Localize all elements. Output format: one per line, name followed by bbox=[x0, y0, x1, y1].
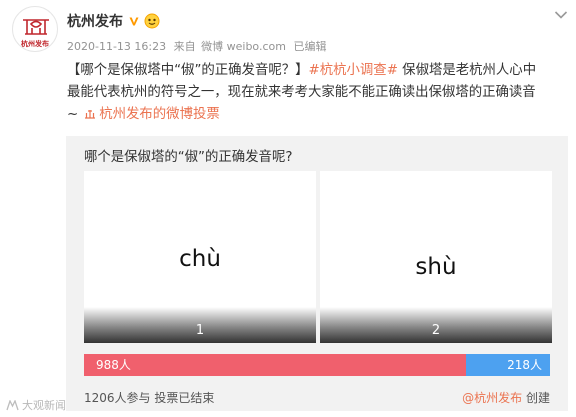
poll-option-label: shù bbox=[415, 254, 457, 280]
post-text-segment: 保俶塔是老杭州人心中 bbox=[397, 63, 537, 78]
post-timestamp[interactable]: 2020-11-13 16:23 bbox=[67, 40, 166, 53]
username[interactable]: 杭州发布 bbox=[67, 11, 123, 31]
post-text: 【哪个是保俶塔中“俶”的正确发音呢？】#杭杭小调查# 保俶塔是老杭州人心中 最能… bbox=[67, 60, 567, 126]
avatar[interactable]: 杭州发布 bbox=[12, 6, 58, 52]
poll-link[interactable]: 杭州发布的微博投票 bbox=[99, 107, 220, 122]
poll-footer: 1206人参与 投票已结束 @杭州发布 创建 bbox=[84, 389, 550, 406]
member-badge-icon[interactable] bbox=[144, 13, 160, 29]
verified-v-icon bbox=[127, 14, 141, 28]
poll-option-label: chù bbox=[179, 246, 221, 272]
post-headline: 【哪个是保俶塔中“俶”的正确发音呢？】 bbox=[67, 63, 309, 78]
topic-link[interactable]: #杭杭小调查# bbox=[309, 63, 398, 78]
tilde: ~ bbox=[67, 107, 79, 122]
watermark: 大观新闻 bbox=[6, 397, 66, 413]
post-source[interactable]: 微博 weibo.com bbox=[201, 40, 286, 53]
post-line-3: ~ 杭州发布的微博投票 bbox=[67, 104, 567, 126]
link-icon bbox=[85, 110, 96, 119]
post-line-2: 最能代表杭州的符号之一，现在就来考考大家能不能正确读出保俶塔的正确读音 bbox=[67, 85, 536, 100]
user-line: 杭州发布 bbox=[67, 11, 160, 31]
poll-option-number: 2 bbox=[431, 323, 441, 338]
participant-count: 1206人参与 bbox=[84, 391, 151, 405]
watermark-text: 大观新闻 bbox=[22, 399, 66, 412]
edited-label[interactable]: 已编辑 bbox=[293, 40, 326, 53]
poll-question: 哪个是保俶塔的“俶”的正确发音呢? bbox=[84, 150, 293, 165]
poll-option-2[interactable]: shù 2 bbox=[320, 171, 552, 343]
chevron-down-icon[interactable] bbox=[554, 10, 568, 20]
poll-result-bar: 988人 218人 bbox=[84, 354, 550, 376]
created-label: 创建 bbox=[525, 391, 550, 405]
avatar-label: 杭州发布 bbox=[21, 40, 49, 48]
meta-line: 2020-11-13 16:23 来自 微博 weibo.com 已编辑 bbox=[67, 38, 330, 54]
creator-link[interactable]: @杭州发布 bbox=[462, 391, 522, 405]
poll-card: 哪个是保俶塔的“俶”的正确发音呢? chù 1 shù 2 988人 218人 … bbox=[66, 136, 568, 411]
poll-creator: @杭州发布 创建 bbox=[462, 389, 550, 406]
poll-option-number: 1 bbox=[195, 323, 205, 338]
result-option-2: 218人 bbox=[465, 354, 550, 376]
source-prefix: 来自 bbox=[173, 40, 196, 53]
watermark-logo-icon bbox=[6, 399, 19, 410]
post-line-1: 【哪个是保俶塔中“俶”的正确发音呢？】#杭杭小调查# 保俶塔是老杭州人心中 bbox=[67, 60, 567, 82]
poll-option-1[interactable]: chù 1 bbox=[84, 171, 316, 343]
poll-status: 投票已结束 bbox=[154, 391, 215, 405]
result-option-1: 988人 bbox=[84, 354, 466, 376]
